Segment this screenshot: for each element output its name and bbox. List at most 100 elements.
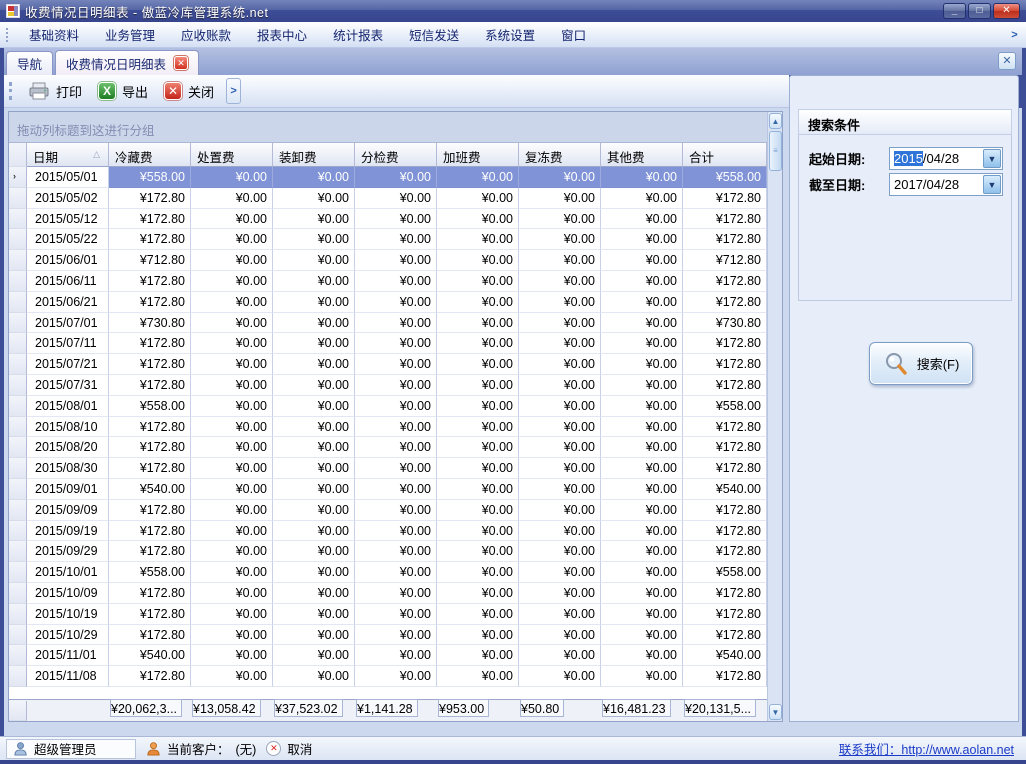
- money-cell[interactable]: ¥0.00: [191, 625, 273, 646]
- money-cell[interactable]: ¥0.00: [519, 479, 601, 500]
- vertical-scrollbar[interactable]: ▲ ≡ ▼: [767, 112, 782, 721]
- money-cell[interactable]: ¥172.80: [683, 437, 767, 458]
- money-cell[interactable]: ¥0.00: [437, 396, 519, 417]
- menu-overflow-chevron-icon[interactable]: >: [1007, 25, 1022, 45]
- money-cell[interactable]: ¥0.00: [273, 229, 355, 250]
- money-cell[interactable]: ¥172.80: [683, 458, 767, 479]
- date-cell[interactable]: 2015/08/20: [27, 437, 109, 458]
- table-row[interactable]: 2015/08/01¥558.00¥0.00¥0.00¥0.00¥0.00¥0.…: [9, 396, 767, 417]
- money-cell[interactable]: ¥0.00: [601, 375, 683, 396]
- tabstrip-close-icon[interactable]: ✕: [998, 52, 1016, 70]
- date-cell[interactable]: 2015/05/22: [27, 229, 109, 250]
- row-indicator[interactable]: [9, 541, 27, 562]
- money-cell[interactable]: ¥0.00: [437, 229, 519, 250]
- money-cell[interactable]: ¥0.00: [191, 458, 273, 479]
- tab-fee-daily-report[interactable]: 收费情况日明细表 ✕: [55, 50, 199, 75]
- group-by-panel[interactable]: 拖动列标题到这进行分组: [9, 112, 767, 143]
- table-row[interactable]: 2015/10/29¥172.80¥0.00¥0.00¥0.00¥0.00¥0.…: [9, 625, 767, 646]
- money-cell[interactable]: ¥0.00: [273, 541, 355, 562]
- date-cell[interactable]: 2015/05/12: [27, 209, 109, 230]
- money-cell[interactable]: ¥0.00: [191, 583, 273, 604]
- money-cell[interactable]: ¥0.00: [273, 645, 355, 666]
- money-cell[interactable]: ¥172.80: [109, 417, 191, 438]
- row-indicator[interactable]: [9, 583, 27, 604]
- table-row[interactable]: 2015/06/01¥712.80¥0.00¥0.00¥0.00¥0.00¥0.…: [9, 250, 767, 271]
- menu-item[interactable]: 应收账款: [168, 22, 244, 47]
- search-button[interactable]: 搜索(F): [869, 342, 973, 385]
- money-cell[interactable]: ¥0.00: [273, 437, 355, 458]
- money-cell[interactable]: ¥0.00: [273, 583, 355, 604]
- money-cell[interactable]: ¥0.00: [355, 354, 437, 375]
- toolbar-overflow-chevron-icon[interactable]: >: [226, 78, 241, 104]
- money-cell[interactable]: ¥172.80: [683, 604, 767, 625]
- money-cell[interactable]: ¥0.00: [273, 562, 355, 583]
- money-cell[interactable]: ¥0.00: [191, 354, 273, 375]
- row-indicator[interactable]: [9, 250, 27, 271]
- row-indicator[interactable]: [9, 271, 27, 292]
- table-row[interactable]: 2015/05/12¥172.80¥0.00¥0.00¥0.00¥0.00¥0.…: [9, 209, 767, 230]
- money-cell[interactable]: ¥0.00: [601, 541, 683, 562]
- tab-navigation[interactable]: 导航: [6, 51, 53, 75]
- money-cell[interactable]: ¥0.00: [601, 188, 683, 209]
- money-cell[interactable]: ¥0.00: [355, 541, 437, 562]
- money-cell[interactable]: ¥0.00: [273, 625, 355, 646]
- money-cell[interactable]: ¥0.00: [601, 437, 683, 458]
- money-cell[interactable]: ¥558.00: [109, 396, 191, 417]
- money-cell[interactable]: ¥0.00: [601, 625, 683, 646]
- money-cell[interactable]: ¥0.00: [355, 562, 437, 583]
- money-cell[interactable]: ¥172.80: [109, 583, 191, 604]
- table-row[interactable]: 2015/09/19¥172.80¥0.00¥0.00¥0.00¥0.00¥0.…: [9, 521, 767, 542]
- money-cell[interactable]: ¥0.00: [273, 458, 355, 479]
- row-indicator[interactable]: [9, 625, 27, 646]
- money-cell[interactable]: ¥0.00: [355, 209, 437, 230]
- menu-item[interactable]: 报表中心: [244, 22, 320, 47]
- money-cell[interactable]: ¥0.00: [601, 562, 683, 583]
- column-header[interactable]: 合计: [683, 143, 767, 167]
- money-cell[interactable]: ¥172.80: [683, 500, 767, 521]
- date-cell[interactable]: 2015/09/19: [27, 521, 109, 542]
- table-row[interactable]: 2015/11/08¥172.80¥0.00¥0.00¥0.00¥0.00¥0.…: [9, 666, 767, 687]
- money-cell[interactable]: ¥0.00: [601, 500, 683, 521]
- toolbar-grip[interactable]: [9, 82, 12, 100]
- money-cell[interactable]: ¥0.00: [191, 541, 273, 562]
- money-cell[interactable]: ¥0.00: [437, 666, 519, 687]
- row-indicator[interactable]: [9, 333, 27, 354]
- money-cell[interactable]: ¥0.00: [355, 375, 437, 396]
- column-header[interactable]: 装卸费: [273, 143, 355, 167]
- money-cell[interactable]: ¥0.00: [601, 354, 683, 375]
- money-cell[interactable]: ¥0.00: [519, 437, 601, 458]
- date-cell[interactable]: 2015/06/01: [27, 250, 109, 271]
- money-cell[interactable]: ¥0.00: [437, 437, 519, 458]
- date-cell[interactable]: 2015/09/29: [27, 541, 109, 562]
- money-cell[interactable]: ¥0.00: [601, 396, 683, 417]
- money-cell[interactable]: ¥0.00: [519, 188, 601, 209]
- money-cell[interactable]: ¥0.00: [191, 229, 273, 250]
- money-cell[interactable]: ¥0.00: [601, 292, 683, 313]
- money-cell[interactable]: ¥558.00: [683, 167, 767, 188]
- export-button[interactable]: X 导出: [90, 78, 156, 105]
- money-cell[interactable]: ¥0.00: [601, 521, 683, 542]
- row-indicator[interactable]: [9, 437, 27, 458]
- print-button[interactable]: 打印: [20, 78, 90, 105]
- money-cell[interactable]: ¥0.00: [273, 666, 355, 687]
- table-row[interactable]: 2015/06/21¥172.80¥0.00¥0.00¥0.00¥0.00¥0.…: [9, 292, 767, 313]
- money-cell[interactable]: ¥0.00: [519, 354, 601, 375]
- money-cell[interactable]: ¥0.00: [191, 375, 273, 396]
- money-cell[interactable]: ¥0.00: [437, 479, 519, 500]
- money-cell[interactable]: ¥0.00: [273, 333, 355, 354]
- money-cell[interactable]: ¥0.00: [273, 396, 355, 417]
- money-cell[interactable]: ¥172.80: [683, 375, 767, 396]
- money-cell[interactable]: ¥0.00: [519, 292, 601, 313]
- date-cell[interactable]: 2015/07/11: [27, 333, 109, 354]
- money-cell[interactable]: ¥0.00: [191, 562, 273, 583]
- money-cell[interactable]: ¥172.80: [109, 666, 191, 687]
- money-cell[interactable]: ¥0.00: [519, 333, 601, 354]
- menu-item[interactable]: 基础资料: [16, 22, 92, 47]
- money-cell[interactable]: ¥0.00: [519, 645, 601, 666]
- money-cell[interactable]: ¥0.00: [273, 354, 355, 375]
- money-cell[interactable]: ¥0.00: [519, 209, 601, 230]
- money-cell[interactable]: ¥0.00: [519, 625, 601, 646]
- date-cell[interactable]: 2015/08/10: [27, 417, 109, 438]
- money-cell[interactable]: ¥0.00: [519, 417, 601, 438]
- money-cell[interactable]: ¥0.00: [355, 583, 437, 604]
